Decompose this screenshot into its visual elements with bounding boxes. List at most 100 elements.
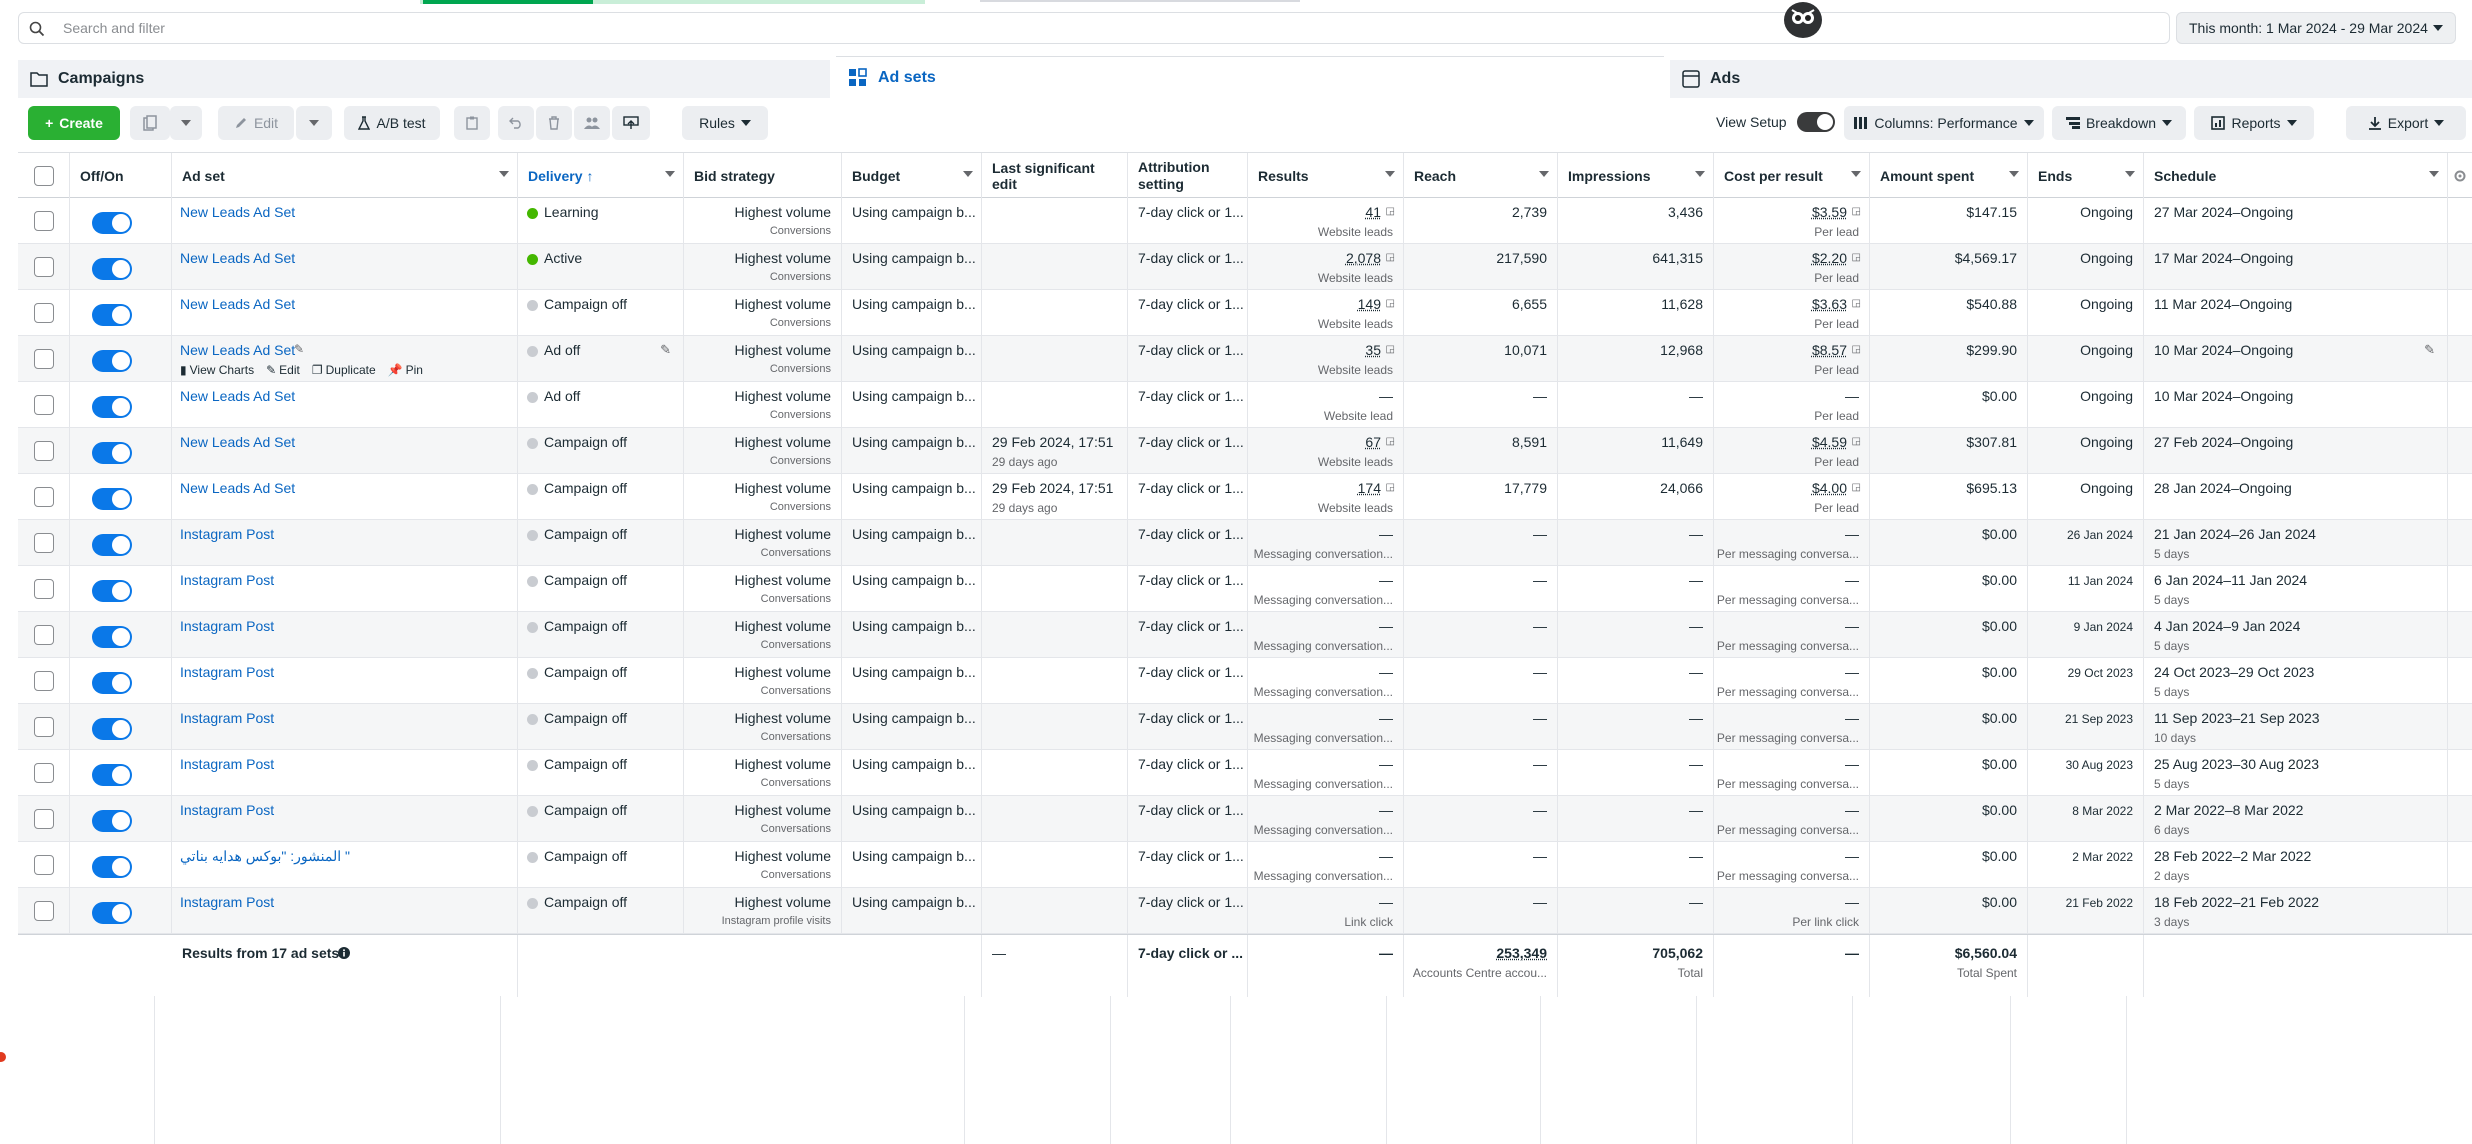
on-off-toggle[interactable]: [92, 212, 132, 234]
header-impressions[interactable]: Impressions: [1558, 153, 1714, 199]
on-off-toggle[interactable]: [92, 764, 132, 786]
header-schedule[interactable]: Schedule: [2144, 153, 2448, 199]
adset-name-link[interactable]: Instagram Post: [180, 572, 274, 588]
row-checkbox[interactable]: [34, 211, 54, 231]
header-budget[interactable]: Budget: [842, 153, 982, 199]
header-delivery[interactable]: Delivery ↑: [518, 153, 684, 199]
view-charts-button[interactable]: ▮ View Charts: [180, 363, 254, 377]
duplicate-button[interactable]: [130, 106, 170, 140]
header-reach[interactable]: Reach: [1404, 153, 1558, 199]
header-amount-spent[interactable]: Amount spent: [1870, 153, 2028, 199]
audience-button[interactable]: [574, 106, 610, 140]
on-off-toggle[interactable]: [92, 580, 132, 602]
row-checkbox[interactable]: [34, 763, 54, 783]
row-pin-button[interactable]: 📌 Pin: [388, 363, 423, 377]
adset-name-link[interactable]: Instagram Post: [180, 894, 274, 910]
header-attribution[interactable]: Attribution setting: [1128, 153, 1248, 199]
on-off-toggle[interactable]: [92, 810, 132, 832]
edit-button[interactable]: Edit: [218, 106, 294, 140]
row-duplicate-button[interactable]: ❐ Duplicate: [312, 363, 376, 377]
adset-name-link[interactable]: المنشور: "بوكس هدايه بناتي ": [180, 848, 350, 865]
row-checkbox[interactable]: [34, 487, 54, 507]
bid-strategy: Highest volume: [734, 618, 832, 634]
clipboard-button[interactable]: [454, 106, 490, 140]
adset-name-link[interactable]: New Leads Ad Set: [180, 388, 295, 404]
tab-ad-sets[interactable]: Ad sets: [836, 56, 1664, 98]
row-checkbox[interactable]: [34, 809, 54, 829]
row-checkbox[interactable]: [34, 671, 54, 691]
on-off-toggle[interactable]: [92, 856, 132, 878]
on-off-toggle[interactable]: [92, 534, 132, 556]
view-setup-toggle[interactable]: [1796, 112, 1835, 132]
row-checkbox[interactable]: [34, 303, 54, 323]
tab-ads[interactable]: Ads: [1670, 60, 2472, 98]
header-results[interactable]: Results: [1248, 153, 1404, 199]
reports-button[interactable]: Reports: [2194, 106, 2314, 140]
adset-name-link[interactable]: New Leads Ad Set: [180, 342, 295, 358]
header-bid-strategy[interactable]: Bid strategy: [684, 153, 842, 199]
header-select-all[interactable]: [18, 153, 70, 199]
export-button[interactable]: Export: [2346, 106, 2466, 140]
adset-name-link[interactable]: Instagram Post: [180, 710, 274, 726]
adset-name-link[interactable]: Instagram Post: [180, 526, 274, 542]
adset-name-link[interactable]: New Leads Ad Set: [180, 204, 295, 220]
adset-name-link[interactable]: Instagram Post: [180, 802, 274, 818]
on-off-toggle[interactable]: [92, 902, 132, 924]
on-off-toggle[interactable]: [92, 718, 132, 740]
delete-button[interactable]: [536, 106, 572, 140]
row-checkbox[interactable]: [34, 441, 54, 461]
adset-name-link[interactable]: New Leads Ad Set: [180, 480, 295, 496]
breakdown-button[interactable]: Breakdown: [2052, 106, 2186, 140]
on-off-toggle[interactable]: [92, 672, 132, 694]
row-checkbox[interactable]: [34, 579, 54, 599]
adset-name-link[interactable]: Instagram Post: [180, 618, 274, 634]
select-all-checkbox[interactable]: [34, 166, 54, 186]
summary-reach-cell: 253,349 Accounts Centre accou...: [1404, 935, 1558, 997]
adset-name-link[interactable]: Instagram Post: [180, 756, 274, 772]
create-button[interactable]: + Create: [28, 106, 120, 140]
row-checkbox[interactable]: [34, 901, 54, 921]
view-setup[interactable]: View Setup: [1716, 112, 1835, 132]
on-off-toggle[interactable]: [92, 258, 132, 280]
column-settings-gear-icon[interactable]: [2448, 153, 2472, 199]
on-off-toggle[interactable]: [92, 350, 132, 372]
row-checkbox[interactable]: [34, 717, 54, 737]
adset-name-link[interactable]: New Leads Ad Set: [180, 296, 295, 312]
tab-campaigns[interactable]: Campaigns: [18, 60, 830, 98]
pencil-icon[interactable]: ✎: [660, 342, 671, 358]
rules-button[interactable]: Rules: [682, 106, 768, 140]
header-adset[interactable]: Ad set: [172, 153, 518, 199]
export-to-button[interactable]: [612, 106, 650, 140]
search-bar[interactable]: [18, 12, 2170, 44]
edit-dropdown-button[interactable]: [296, 106, 332, 140]
duplicate-icon: ❐: [311, 363, 323, 377]
on-off-toggle[interactable]: [92, 488, 132, 510]
duplicate-dropdown-button[interactable]: [170, 106, 202, 140]
row-checkbox[interactable]: [34, 855, 54, 875]
on-off-toggle[interactable]: [92, 396, 132, 418]
row-edit-button[interactable]: ✎ Edit: [266, 363, 300, 377]
header-cost-per-result[interactable]: Cost per result: [1714, 153, 1870, 199]
row-checkbox[interactable]: [34, 349, 54, 369]
undo-button[interactable]: [498, 106, 534, 140]
row-checkbox[interactable]: [34, 395, 54, 415]
row-checkbox[interactable]: [34, 257, 54, 277]
on-off-toggle[interactable]: [92, 442, 132, 464]
pencil-icon[interactable]: ✎: [2424, 342, 2435, 358]
on-off-toggle[interactable]: [92, 304, 132, 326]
header-last-edit[interactable]: Last significant edit: [982, 153, 1128, 199]
adset-name-link[interactable]: Instagram Post: [180, 664, 274, 680]
adset-name-link[interactable]: New Leads Ad Set: [180, 250, 295, 266]
owl-avatar-icon[interactable]: [1784, 2, 1822, 38]
on-off-toggle[interactable]: [92, 626, 132, 648]
search-input[interactable]: [63, 17, 1563, 39]
header-ends[interactable]: Ends: [2028, 153, 2144, 199]
attribution-value: 7-day click or 1...: [1138, 848, 1244, 864]
adset-name-link[interactable]: New Leads Ad Set: [180, 434, 295, 450]
row-checkbox[interactable]: [34, 625, 54, 645]
ab-test-button[interactable]: A/B test: [344, 106, 440, 140]
columns-button[interactable]: Columns: Performance: [1844, 106, 2044, 140]
pencil-icon[interactable]: ✎: [294, 342, 304, 356]
row-checkbox[interactable]: [34, 533, 54, 553]
date-range-picker[interactable]: This month: 1 Mar 2024 - 29 Mar 2024: [2176, 12, 2456, 44]
